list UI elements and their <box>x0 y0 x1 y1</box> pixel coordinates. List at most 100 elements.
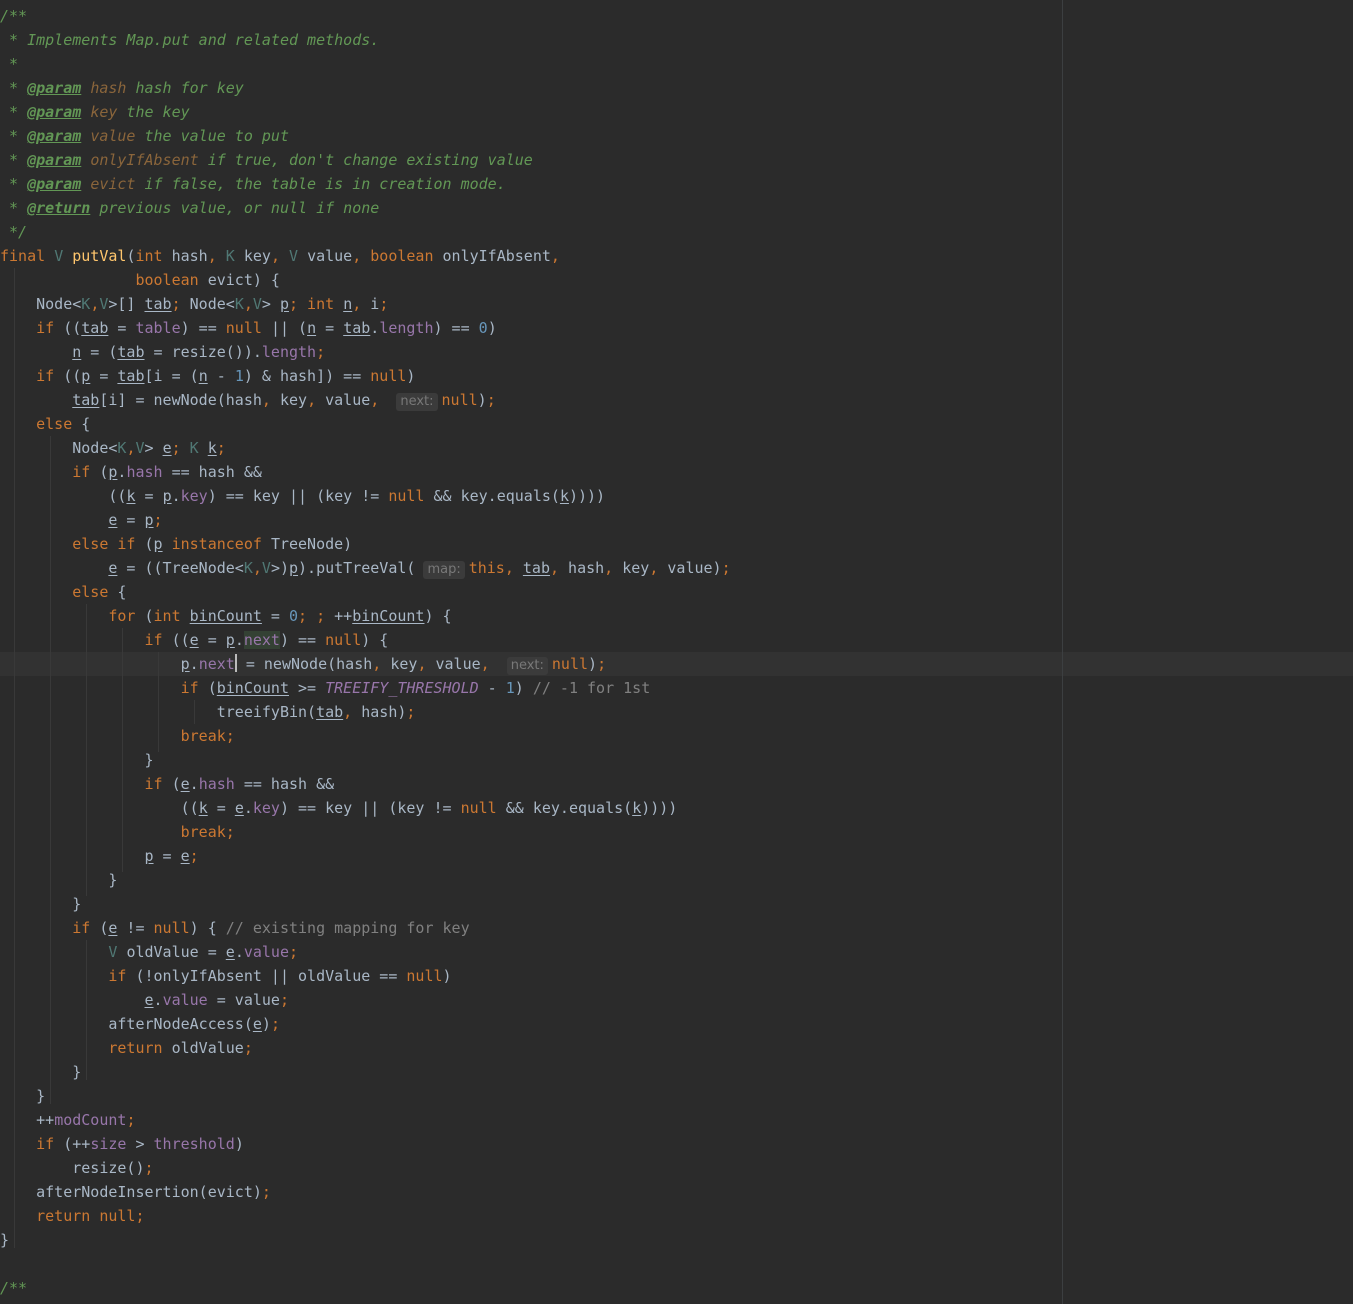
code-token: @param <box>27 151 82 169</box>
code-line[interactable]: * @param onlyIfAbsent if true, don't cha… <box>0 148 731 172</box>
code-line[interactable]: /** <box>0 1276 731 1300</box>
code-line[interactable]: for (int binCount = 0; ; ++binCount) { <box>0 604 731 628</box>
code-token: i <box>370 295 380 313</box>
code-line[interactable]: Node<K,V>[] tab; Node<K,V> p; int n, i; <box>0 292 731 316</box>
code-line[interactable]: else { <box>0 412 731 436</box>
code-line[interactable]: if ((e = p.next) == null) { <box>0 628 731 652</box>
code-token: . <box>189 655 199 673</box>
code-line[interactable]: * @param value the value to put <box>0 124 731 148</box>
code-text[interactable]: /** * Implements Map.put and related met… <box>0 4 731 1300</box>
code-line[interactable]: if (e.hash == hash && <box>0 772 731 796</box>
code-line[interactable]: if (!onlyIfAbsent || oldValue == null) <box>0 964 731 988</box>
code-line[interactable]: * Implements Map.put and related methods… <box>0 28 731 52</box>
code-token: e <box>252 1015 262 1033</box>
code-line[interactable]: p = e; <box>0 844 731 868</box>
code-token: /** <box>0 7 28 25</box>
code-token: ) <box>442 967 452 985</box>
code-line[interactable]: e.value = value; <box>0 988 731 1012</box>
code-line[interactable]: } <box>0 868 731 892</box>
code-line[interactable]: if ((tab = table) == null || (n = tab.le… <box>0 316 731 340</box>
code-token: TreeNode) <box>270 535 353 553</box>
code-line[interactable]: else { <box>0 580 731 604</box>
code-line[interactable]: * @param evict if false, the table is in… <box>0 172 731 196</box>
code-line[interactable]: if (++size > threshold) <box>0 1132 731 1156</box>
code-line[interactable]: return null; <box>0 1204 731 1228</box>
code-token: )))) <box>568 487 606 505</box>
code-token: >= <box>289 679 326 697</box>
code-line[interactable]: if (p.hash == hash && <box>0 460 731 484</box>
code-token: afterNodeInsertion(evict) <box>0 1183 262 1201</box>
code-token: // existing mapping for key <box>225 919 470 937</box>
code-token: int <box>153 607 190 625</box>
code-token: . <box>189 775 199 793</box>
code-line[interactable]: * <box>0 52 731 76</box>
code-line[interactable]: * @return previous value, or null if non… <box>0 196 731 220</box>
code-token: tab <box>81 319 109 337</box>
code-token: ; ; <box>298 607 335 625</box>
code-line[interactable]: p.next = newNode(hash, key, value, next:… <box>0 652 731 676</box>
code-line[interactable]: ((k = p.key) == key || (key != null && k… <box>0 484 731 508</box>
code-line[interactable]: */ <box>0 220 731 244</box>
code-token: if true, don't change existing value <box>198 151 533 169</box>
code-token: , boolean <box>352 247 443 265</box>
code-line[interactable]: /** <box>0 4 731 28</box>
code-token: n <box>307 319 317 337</box>
code-token: hash <box>568 559 605 577</box>
code-token: value <box>307 247 353 265</box>
code-line[interactable]: if (binCount >= TREEIFY_THRESHOLD - 1) /… <box>0 676 731 700</box>
code-token: else <box>0 583 118 601</box>
code-token: length <box>379 319 434 337</box>
code-token: e <box>234 799 244 817</box>
code-line[interactable]: final V putVal(int hash, K key, V value,… <box>0 244 731 268</box>
code-token: next <box>198 655 235 673</box>
code-token: , <box>417 655 436 673</box>
code-line[interactable]: n = (tab = resize()).length; <box>0 340 731 364</box>
code-token: ) <box>406 367 416 385</box>
code-line[interactable]: if (e != null) { // existing mapping for… <box>0 916 731 940</box>
code-line[interactable]: * @param hash hash for key <box>0 76 731 100</box>
code-token: (( <box>171 631 190 649</box>
code-line[interactable]: e = ((TreeNode<K,V>)p).putTreeVal(map: th… <box>0 556 731 580</box>
code-token: ) <box>234 1135 244 1153</box>
code-line[interactable]: afterNodeAccess(e); <box>0 1012 731 1036</box>
code-line[interactable]: if ((p = tab[i = (n - 1) & hash]) == nul… <box>0 364 731 388</box>
code-line[interactable]: } <box>0 748 731 772</box>
code-line[interactable]: V oldValue = e.value; <box>0 940 731 964</box>
code-token: size <box>90 1135 127 1153</box>
code-line[interactable]: return oldValue; <box>0 1036 731 1060</box>
code-token: tab <box>522 559 550 577</box>
code-token: ; <box>216 439 226 457</box>
code-line[interactable]: treeifyBin(tab, hash); <box>0 700 731 724</box>
code-line[interactable]: } <box>0 892 731 916</box>
code-token: V <box>252 295 262 313</box>
code-token: = value <box>207 991 280 1009</box>
code-line[interactable]: ((k = e.key) == key || (key != null && k… <box>0 796 731 820</box>
code-token: tab <box>72 391 100 409</box>
code-token: ) <box>588 655 598 673</box>
code-token: binCount <box>352 607 425 625</box>
code-line[interactable]: } <box>0 1060 731 1084</box>
code-line[interactable]: break; <box>0 820 731 844</box>
code-line[interactable]: tab[i] = newNode(hash, key, value, next:… <box>0 388 731 412</box>
code-token: else if <box>0 535 145 553</box>
code-token: onlyIfAbsent <box>90 151 199 169</box>
code-token: } <box>0 1231 10 1249</box>
code-line[interactable]: afterNodeInsertion(evict); <box>0 1180 731 1204</box>
code-token: ; <box>279 991 289 1009</box>
code-line[interactable]: * @param key the key <box>0 100 731 124</box>
code-line[interactable]: } <box>0 1228 731 1252</box>
code-line[interactable]: Node<K,V> e; K k; <box>0 436 731 460</box>
code-line[interactable]: boolean evict) { <box>0 268 731 292</box>
code-line[interactable]: else if (p instanceof TreeNode) <box>0 532 731 556</box>
code-line[interactable]: ++modCount; <box>0 1108 731 1132</box>
code-line[interactable]: break; <box>0 724 731 748</box>
code-token: { <box>117 583 127 601</box>
code-line[interactable]: e = p; <box>0 508 731 532</box>
code-editor[interactable]: /** * Implements Map.put and related met… <box>0 0 1353 1304</box>
code-line[interactable]: resize(); <box>0 1156 731 1180</box>
code-line[interactable] <box>0 1252 731 1276</box>
code-line[interactable]: } <box>0 1084 731 1108</box>
code-token: null <box>153 919 190 937</box>
